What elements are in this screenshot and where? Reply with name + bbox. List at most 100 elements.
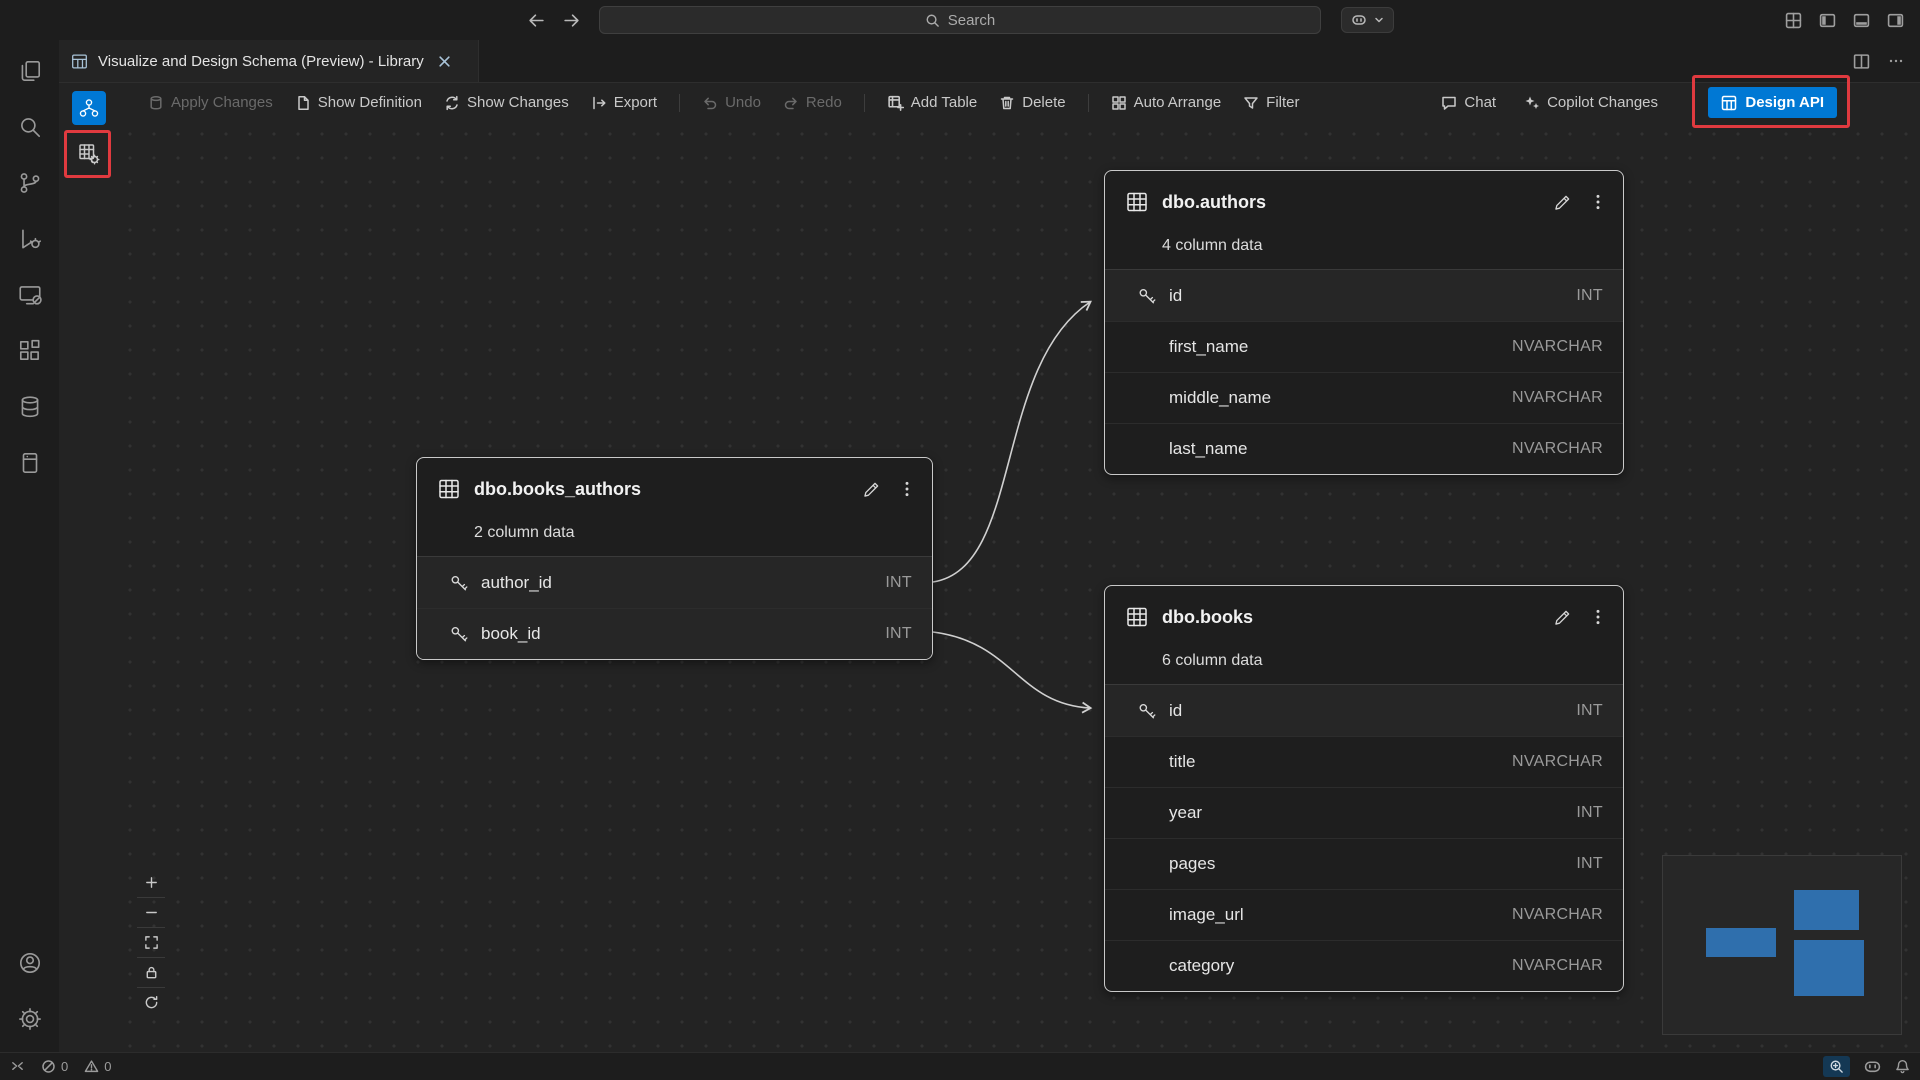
extensions-icon	[17, 338, 43, 364]
customize-layout-icon[interactable]	[1785, 12, 1802, 29]
table-card-books[interactable]: dbo.books 6 column data id INT	[1104, 585, 1624, 992]
copilot-badge[interactable]	[1341, 7, 1394, 33]
sync-button[interactable]	[137, 987, 165, 1017]
button-label: Undo	[725, 94, 761, 111]
toggle-panel-icon[interactable]	[1853, 12, 1870, 29]
table-api-icon	[1721, 95, 1737, 111]
column-type: INT	[885, 574, 912, 592]
table-icon	[1125, 190, 1149, 214]
table-card-authors[interactable]: dbo.authors 4 column data id INT	[1104, 170, 1624, 475]
design-api-button[interactable]: Design API	[1708, 87, 1837, 118]
relationship-books-line[interactable]	[933, 632, 1090, 708]
sidebar-item-remote-explorer[interactable]	[7, 272, 53, 318]
table-row[interactable]: id INT	[1105, 685, 1623, 736]
database-projects-icon	[17, 450, 43, 476]
export-button[interactable]: Export	[591, 94, 657, 111]
copilot-icon	[1351, 12, 1367, 28]
table-row[interactable]: first_name NVARCHAR	[1105, 321, 1623, 372]
sidebar-item-database-projects[interactable]	[7, 440, 53, 486]
settings-button[interactable]	[7, 996, 53, 1042]
more-actions-icon[interactable]	[1888, 53, 1904, 69]
account-button[interactable]	[7, 940, 53, 986]
column-type: INT	[1576, 287, 1603, 305]
back-arrow-icon[interactable]	[528, 12, 545, 29]
table-definition-button[interactable]	[72, 137, 106, 171]
table-row[interactable]: pages INT	[1105, 838, 1623, 889]
zoom-indicator[interactable]	[1823, 1056, 1850, 1077]
toggle-sidebar-left-icon[interactable]	[1819, 12, 1836, 29]
sidebar-item-source-control[interactable]	[7, 160, 53, 206]
table-gear-icon	[77, 142, 101, 166]
button-label: Filter	[1266, 94, 1299, 111]
remote-indicator[interactable]	[10, 1059, 25, 1074]
kebab-menu-icon[interactable]	[1589, 608, 1607, 626]
table-row[interactable]: middle_name NVARCHAR	[1105, 372, 1623, 423]
zoom-in-button[interactable]	[137, 867, 165, 897]
sidebar-item-run-debug[interactable]	[7, 216, 53, 262]
edit-pencil-icon[interactable]	[861, 479, 882, 500]
relationship-authors-line[interactable]	[933, 302, 1090, 582]
diff-sync-icon	[444, 95, 460, 111]
relationship-lines	[118, 122, 1920, 1052]
table-row[interactable]: last_name NVARCHAR	[1105, 423, 1623, 474]
delete-button[interactable]: Delete	[999, 94, 1065, 111]
bell-icon[interactable]	[1895, 1059, 1910, 1074]
copilot-icon[interactable]	[1864, 1058, 1881, 1075]
sidebar-item-explorer[interactable]	[7, 48, 53, 94]
edit-pencil-icon[interactable]	[1552, 192, 1573, 213]
remote-explorer-icon	[17, 282, 43, 308]
column-name: pages	[1169, 854, 1215, 874]
column-name: title	[1169, 752, 1195, 772]
database-icon	[17, 394, 43, 420]
visualize-schema-button[interactable]	[72, 91, 106, 125]
table-row[interactable]: category NVARCHAR	[1105, 940, 1623, 991]
sidebar-item-sql-database[interactable]	[7, 384, 53, 430]
kebab-menu-icon[interactable]	[898, 480, 916, 498]
column-type: NVARCHAR	[1512, 440, 1603, 458]
primary-key-icon	[447, 623, 471, 645]
tab-schema-designer[interactable]: Visualize and Design Schema (Preview) - …	[59, 40, 479, 82]
table-card-books-authors[interactable]: dbo.books_authors 2 column data author_i…	[416, 457, 933, 660]
table-row[interactable]: title NVARCHAR	[1105, 736, 1623, 787]
zoom-out-icon	[144, 905, 159, 920]
table-row[interactable]: book_id INT	[417, 608, 932, 659]
minimap[interactable]	[1662, 855, 1902, 1035]
split-editor-icon[interactable]	[1853, 53, 1870, 70]
toggle-sidebar-right-icon[interactable]	[1887, 12, 1904, 29]
table-row[interactable]: author_id INT	[417, 557, 932, 608]
warning-count[interactable]: 0	[84, 1059, 111, 1074]
redo-button[interactable]: Redo	[783, 94, 842, 111]
button-label: Export	[614, 94, 657, 111]
apply-changes-button[interactable]: Apply Changes	[148, 94, 273, 111]
auto-arrange-button[interactable]: Auto Arrange	[1111, 94, 1222, 111]
show-changes-button[interactable]: Show Changes	[444, 94, 569, 111]
copilot-changes-button[interactable]: Copilot Changes	[1524, 94, 1658, 111]
error-count[interactable]: 0	[41, 1059, 68, 1074]
filter-button[interactable]: Filter	[1243, 94, 1299, 111]
table-title: dbo.authors	[1162, 192, 1266, 213]
zoom-out-button[interactable]	[137, 897, 165, 927]
undo-button[interactable]: Undo	[702, 94, 761, 111]
show-definition-button[interactable]: Show Definition	[295, 94, 422, 111]
button-label: Add Table	[911, 94, 977, 111]
edit-pencil-icon[interactable]	[1552, 607, 1573, 628]
lock-button[interactable]	[137, 957, 165, 987]
forward-arrow-icon[interactable]	[563, 12, 580, 29]
zoom-controls	[137, 867, 165, 1017]
sidebar-item-search[interactable]	[7, 104, 53, 150]
designer-toolbar: Apply Changes Show Definition Show Chang…	[118, 83, 1920, 122]
add-table-button[interactable]: Add Table	[887, 94, 977, 111]
fit-view-button[interactable]	[137, 927, 165, 957]
table-row[interactable]: year INT	[1105, 787, 1623, 838]
kebab-menu-icon[interactable]	[1589, 193, 1607, 211]
chat-button[interactable]: Chat	[1441, 94, 1496, 111]
close-icon[interactable]	[438, 55, 451, 68]
sync-icon	[144, 995, 159, 1010]
sidebar-item-extensions[interactable]	[7, 328, 53, 374]
table-row[interactable]: id INT	[1105, 270, 1623, 321]
table-row[interactable]: image_url NVARCHAR	[1105, 889, 1623, 940]
column-name: category	[1169, 956, 1234, 976]
column-type: NVARCHAR	[1512, 753, 1603, 771]
search-input[interactable]: Search	[599, 6, 1321, 34]
schema-canvas[interactable]: dbo.books_authors 2 column data author_i…	[118, 122, 1920, 1052]
